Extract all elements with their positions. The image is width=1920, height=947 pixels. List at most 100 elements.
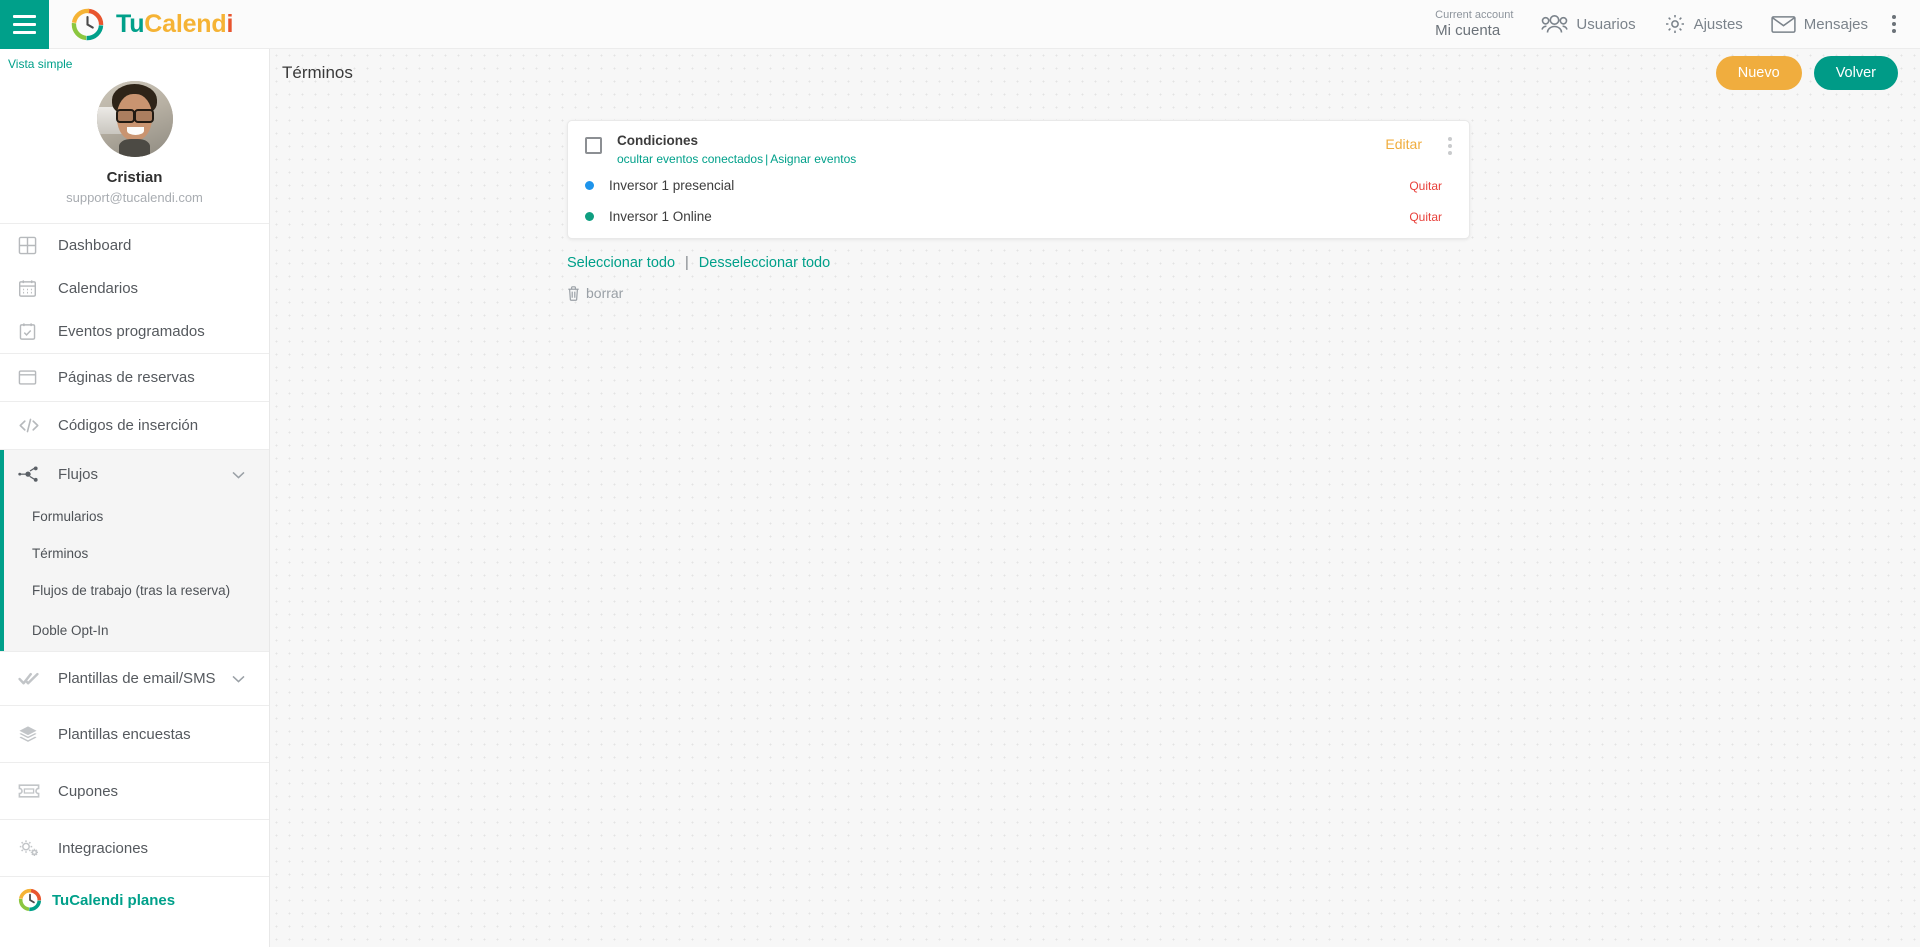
sidebar-subitem-terminos[interactable]: Términos [4,535,269,572]
sidebar-label-paginas-de-reservas: Páginas de reservas [58,369,195,386]
sidebar-item-eventos-programados[interactable]: Eventos programados [0,310,269,353]
selection-actions: Seleccionar todo | Desseleccionar todo [567,255,1920,271]
hamburger-bar [13,14,36,18]
topbar-label-ajustes: Ajustes [1693,15,1743,33]
sidebar-subitem-doble-opt-in[interactable]: Doble Opt-In [4,609,269,651]
envelope-icon [1771,15,1796,33]
window-icon [18,368,52,387]
dot [1448,137,1452,141]
gears-icon [18,838,52,858]
sidebar-item-plantillas-encuestas[interactable]: Plantillas encuestas [0,706,269,762]
nuevo-button[interactable]: Nuevo [1715,56,1802,90]
deselect-all-link[interactable]: Desseleccionar todo [699,255,830,271]
sidebar-item-integraciones[interactable]: Integraciones [0,820,269,876]
brand-part-3: i [226,9,234,38]
topbar-item-usuarios[interactable]: Usuarios [1527,0,1649,49]
term-card: Condiciones ocultar eventos conectados | A… [567,120,1470,239]
top-bar-right: Current account Mi cuenta Usuarios Ajust… [1421,0,1920,49]
borrar-button[interactable]: borrar [567,285,637,301]
tucalendi-logo-icon [18,888,42,912]
hamburger-menu-icon[interactable] [0,0,49,49]
chevron-down-icon[interactable] [232,466,245,483]
sidebar-subitem-formularios[interactable]: Formularios [4,498,269,535]
dashboard-grid-icon [18,236,52,255]
page-header-actions: Nuevo Volver [1715,56,1898,90]
sidebar-item-paginas-de-reservas[interactable]: Páginas de reservas [0,354,269,401]
current-account-selector[interactable]: Current account Mi cuenta [1421,8,1527,40]
sidebar-label-plantillas-email-sms: Plantillas de email/SMS [58,670,216,687]
sidebar-nav: Dashboard Calendarios Eventos programado… [0,223,269,923]
hamburger-bar [13,22,36,26]
sidebar-subitem-flujos-de-trabajo[interactable]: Flujos de trabajo (tras la reserva) [4,572,269,609]
sidebar-item-flujos[interactable]: Flujos [4,450,269,498]
sidebar-label-flujos: Flujos [58,465,99,483]
sidebar-label-tucalendi-planes: TuCalendi planes [52,891,176,909]
sidebar-item-calendarios[interactable]: Calendarios [0,267,269,310]
sidebar-profile: Cristian support@tucalendi.com [0,75,269,223]
topbar-overflow-menu-icon[interactable] [1882,15,1910,33]
assign-events-link[interactable]: Asignar eventos [770,152,856,166]
calendar-check-icon [18,322,52,341]
main-content: Términos Nuevo Volver Condiciones oculta… [270,49,1920,947]
profile-email: support@tucalendi.com [66,190,203,205]
page-header: Términos Nuevo Volver [270,49,1920,97]
event-name: Inversor 1 presencial [609,178,735,193]
sidebar: Vista simple Cristian support@tucalendi.… [0,49,270,947]
select-all-link[interactable]: Seleccionar todo [567,255,675,271]
sidebar-item-codigos-de-insercion[interactable]: Códigos de inserción [0,402,269,449]
topbar-label-mensajes: Mensajes [1803,15,1868,33]
sidebar-sublabel-formularios: Formularios [32,509,104,524]
term-card-header: Condiciones ocultar eventos conectados | A… [585,133,1452,166]
terms-list: Condiciones ocultar eventos conectados | A… [270,97,1920,301]
sidebar-item-cupones[interactable]: Cupones [0,763,269,819]
users-icon [1541,15,1569,33]
hide-connected-events-link[interactable]: ocultar eventos conectados [617,152,763,166]
sidebar-label-codigos-de-insercion: Códigos de inserción [58,417,199,434]
trash-icon [568,285,579,301]
sidebar-item-dashboard[interactable]: Dashboard [0,224,269,267]
brand-title: TuCalendi [116,10,233,39]
event-color-dot [585,212,594,221]
quitar-link[interactable]: Quitar [1409,210,1442,224]
dot [1892,29,1896,33]
dot [1892,15,1896,19]
quitar-link[interactable]: Quitar [1409,179,1442,193]
current-account-value: Mi cuenta [1435,22,1501,39]
flow-nodes-icon [18,465,52,484]
ticket-icon [18,783,52,799]
term-card-overflow-menu-icon[interactable] [1448,137,1452,155]
avatar-shirt [119,138,150,157]
avatar[interactable] [96,81,173,157]
avatar-glasses [115,109,154,123]
layers-icon [18,725,52,744]
term-card-links: ocultar eventos conectados | Asignar event… [617,152,856,166]
topbar-item-mensajes[interactable]: Mensajes [1757,0,1882,49]
sidebar-sublabel-doble-opt-in: Doble Opt-In [32,622,109,638]
sidebar-item-plantillas-email-sms[interactable]: Plantillas de email/SMS [0,652,269,705]
vista-simple-link[interactable]: Vista simple [0,49,269,75]
sidebar-sublabel-flujos-de-trabajo: Flujos de trabajo (tras la reserva) [32,583,231,598]
avatar-smile [126,126,144,135]
term-card-title-block: Condiciones ocultar eventos conectados | A… [617,133,856,166]
term-checkbox[interactable] [585,137,602,154]
volver-button[interactable]: Volver [1813,56,1898,90]
double-check-icon [18,670,52,687]
sidebar-item-tucalendi-planes[interactable]: TuCalendi planes [0,877,269,923]
topbar-item-ajustes[interactable]: Ajustes [1650,0,1757,49]
sidebar-label-cupones: Cupones [58,782,119,800]
sidebar-group-flujos: Flujos Formularios Términos Flujos de tr… [0,450,269,651]
sidebar-label-eventos-programados: Eventos programados [58,323,205,340]
top-bar: TuCalendi Current account Mi cuenta Usua… [0,0,1920,49]
selection-separator: | [685,255,689,271]
borrar-label: borrar [586,285,624,301]
brand-part-1: Tu [116,9,145,38]
link-separator: | [765,152,769,166]
sidebar-sublabel-terminos: Términos [32,546,89,561]
editar-link[interactable]: Editar [1385,136,1422,152]
code-icon [18,416,52,435]
brand-logo-link[interactable]: TuCalendi [70,7,233,42]
connected-event-row: Inversor 1 presencial Quitar [585,174,1452,197]
dot [1448,151,1452,155]
sidebar-label-calendarios: Calendarios [58,280,139,297]
chevron-down-icon[interactable] [232,670,245,687]
